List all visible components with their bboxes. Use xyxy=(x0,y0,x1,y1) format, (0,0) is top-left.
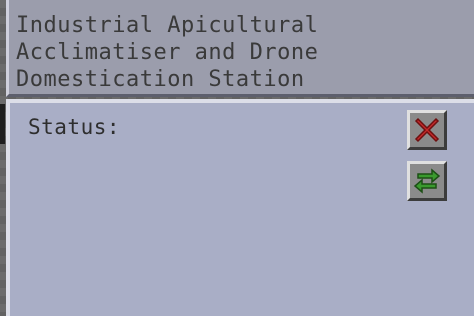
main-panel: Status: xyxy=(6,99,474,316)
window-title-line-3: Domestication Station xyxy=(16,67,305,92)
window-title-line-2: Acclimatiser and Drone xyxy=(16,40,319,65)
status-label: Status: xyxy=(28,115,121,139)
close-button[interactable] xyxy=(407,110,447,150)
window-title-line-1: Industrial Apicultural xyxy=(16,13,319,38)
cycle-button[interactable] xyxy=(407,161,447,201)
window-title-panel: Industrial Apicultural Acclimatiser and … xyxy=(6,0,474,97)
cycle-arrows-icon xyxy=(413,168,441,194)
left-slot-edge xyxy=(0,104,5,144)
close-x-icon xyxy=(414,117,440,143)
